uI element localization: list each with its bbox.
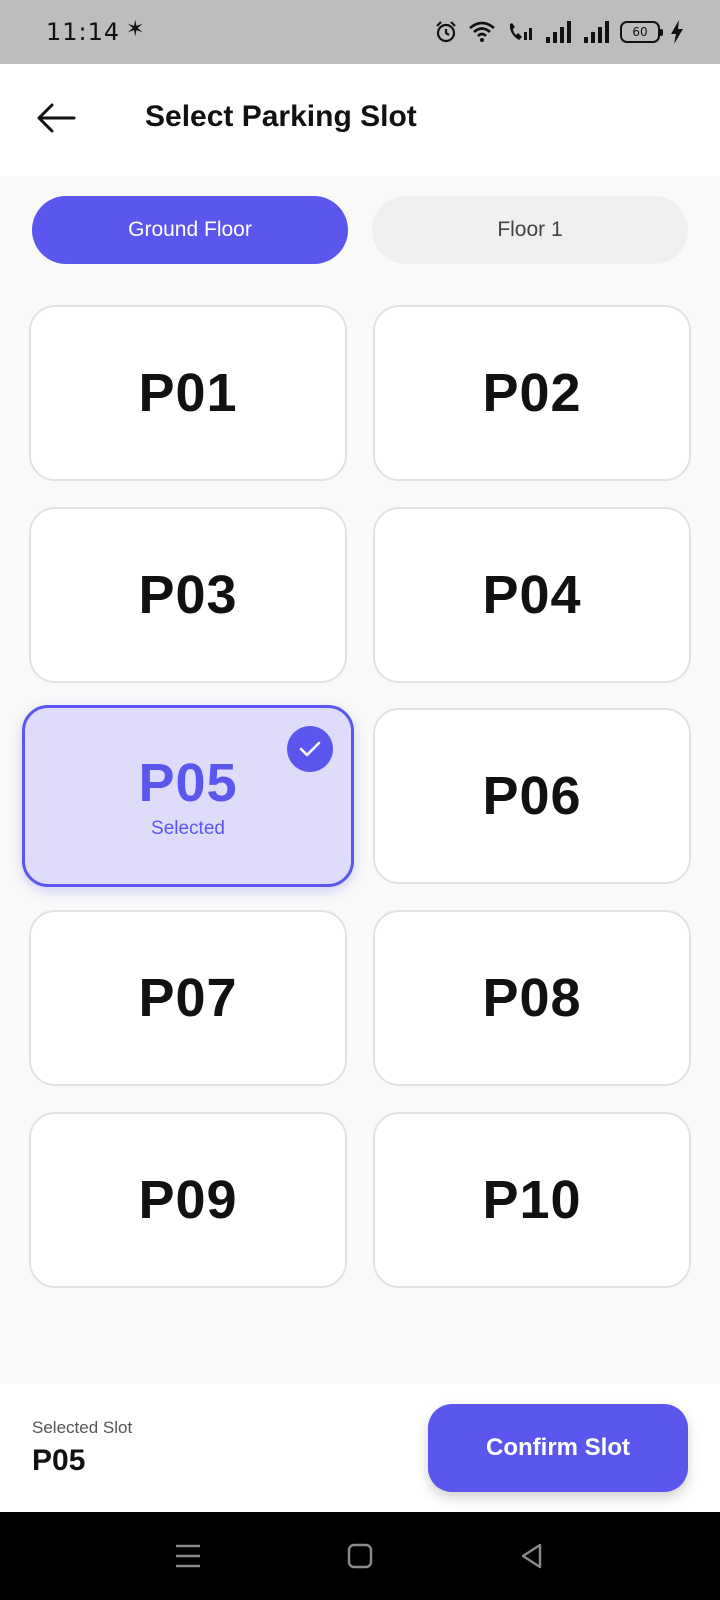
back-triangle-icon[interactable] xyxy=(514,1540,550,1572)
slot-label: P01 xyxy=(138,363,238,423)
slot-p05[interactable]: P05 Selected xyxy=(22,705,354,887)
sparkle-icon: ✶ xyxy=(126,16,145,41)
slot-label: P02 xyxy=(482,363,582,423)
slot-p01[interactable]: P01 xyxy=(29,305,347,481)
slot-label: P06 xyxy=(482,766,582,826)
tab-floor-1[interactable]: Floor 1 xyxy=(372,196,688,264)
tab-ground-floor[interactable]: Ground Floor xyxy=(32,196,348,264)
page-title: Select Parking Slot xyxy=(145,100,417,133)
wifi-calling-icon xyxy=(509,23,532,40)
slot-p04[interactable]: P04 xyxy=(373,507,691,683)
selected-slot-caption: Selected Slot xyxy=(32,1418,133,1437)
system-nav-bar xyxy=(0,1512,720,1600)
battery-icon: 60 xyxy=(620,21,663,43)
floor-tabs: Ground Floor Floor 1 xyxy=(32,196,688,264)
confirm-slot-button[interactable]: Confirm Slot xyxy=(428,1404,688,1492)
charging-icon xyxy=(671,20,683,44)
home-icon[interactable] xyxy=(342,1540,378,1572)
slot-label: P07 xyxy=(138,968,238,1028)
back-button[interactable] xyxy=(30,92,82,144)
battery-level: 60 xyxy=(632,25,648,39)
alarm-icon xyxy=(436,21,456,43)
slot-p10[interactable]: P10 xyxy=(373,1112,691,1288)
slot-p09[interactable]: P09 xyxy=(29,1112,347,1288)
status-time: 11:14 xyxy=(46,18,121,46)
slot-label: P09 xyxy=(138,1170,238,1230)
signal-icon xyxy=(546,21,571,43)
slot-label: P08 xyxy=(482,968,582,1028)
selected-slot-value: P05 xyxy=(32,1444,86,1477)
slot-label: P03 xyxy=(138,565,238,625)
slot-label: P10 xyxy=(482,1170,582,1230)
slot-p02[interactable]: P02 xyxy=(373,305,691,481)
slot-label: P04 xyxy=(482,565,582,625)
slot-p03[interactable]: P03 xyxy=(29,507,347,683)
bottom-bar: Selected Slot P05 Confirm Slot xyxy=(0,1384,720,1512)
check-icon xyxy=(287,726,333,772)
arrow-left-icon xyxy=(37,103,76,133)
signal-icon xyxy=(584,21,609,43)
slot-selected-label: Selected xyxy=(151,818,225,839)
status-icons: 60 xyxy=(434,18,684,46)
slot-p07[interactable]: P07 xyxy=(29,910,347,1086)
slot-p06[interactable]: P06 xyxy=(373,708,691,884)
slot-label: P05 xyxy=(138,753,238,813)
status-bar: 11:14 ✶ 60 xyxy=(0,0,720,64)
menu-icon[interactable] xyxy=(170,1540,206,1572)
app-header: Select Parking Slot xyxy=(0,64,720,176)
wifi-icon xyxy=(469,21,495,42)
slot-p08[interactable]: P08 xyxy=(373,910,691,1086)
